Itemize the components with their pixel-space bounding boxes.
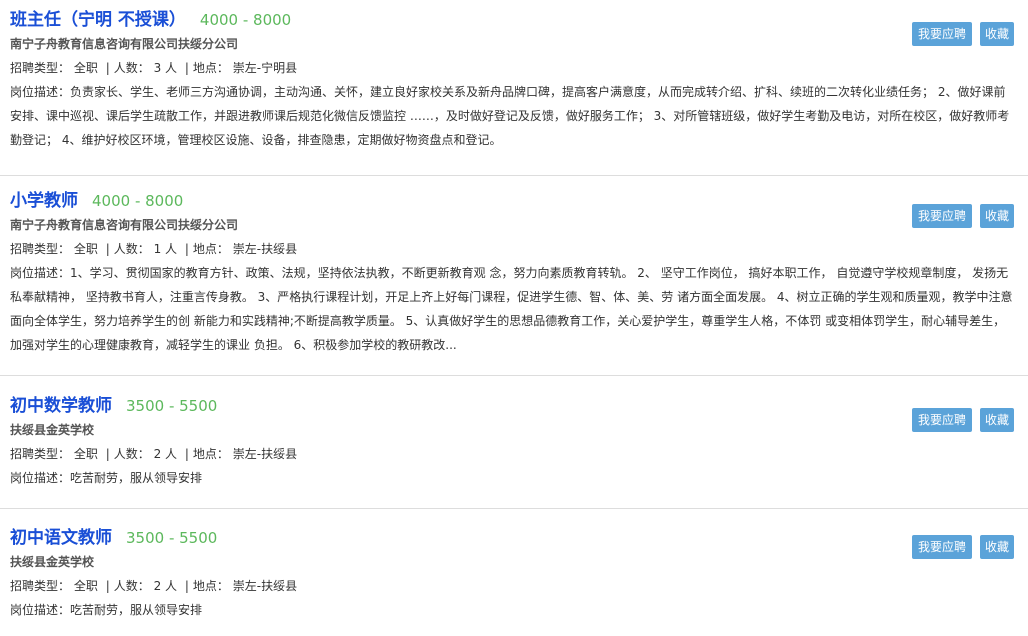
favorite-button[interactable]: 收藏 [979, 408, 1014, 432]
job-list: 班主任（宁明 不授课） 4000 - 8000 南宁子舟教育信息咨询有限公司扶绥分… [0, 0, 1028, 636]
job-title-row: 初中语文教师 3500 - 5500 [10, 526, 898, 550]
job-card: 初中数学教师 3500 - 5500 扶绥县金英学校 招聘类型： 全职 | 人数： … [0, 376, 1028, 509]
job-location: 崇左-扶绥县 [232, 242, 298, 256]
job-description: 岗位描述：吃苦耐劳，服从领导安排 [10, 466, 1015, 490]
job-card: 班主任（宁明 不授课） 4000 - 8000 南宁子舟教育信息咨询有限公司扶绥分… [0, 0, 1028, 176]
job-count: 1 人 [153, 242, 178, 256]
meta-separator: | [105, 242, 110, 256]
job-location: 崇左-宁明县 [232, 61, 298, 75]
company-name: 南宁子舟教育信息咨询有限公司扶绥分公司 [10, 218, 239, 232]
desc-label: 岗位描述： [10, 266, 71, 280]
count-label: 人数： [113, 61, 150, 75]
job-type: 全职 [73, 579, 98, 593]
job-title-link[interactable]: 初中语文教师 [10, 528, 112, 548]
salary-range: 3500 - 5500 [126, 397, 218, 415]
meta-separator: | [105, 447, 110, 461]
salary-range: 4000 - 8000 [92, 192, 184, 210]
job-description: 岗位描述：1、学习、贯彻国家的教育方针、政策、法规，坚持依法执教，不断更新教育观… [10, 261, 1015, 357]
desc-label: 岗位描述： [10, 85, 71, 99]
desc-text: 吃苦耐劳，服从领导安排 [70, 603, 203, 617]
meta-separator: | [184, 579, 189, 593]
job-card: 小学教师 4000 - 8000 南宁子舟教育信息咨询有限公司扶绥分公司 招聘类型… [0, 176, 1028, 376]
job-title-row: 初中数学教师 3500 - 5500 [10, 394, 898, 418]
job-title-link[interactable]: 班主任（宁明 不授课） [10, 10, 186, 30]
type-label: 招聘类型： [10, 61, 71, 75]
job-count: 2 人 [153, 447, 178, 461]
apply-button[interactable]: 我要应聘 [911, 22, 972, 46]
company-name: 扶绥县金英学校 [10, 423, 95, 437]
job-actions: 我要应聘 收藏 [911, 535, 1014, 559]
job-card: 初中语文教师 3500 - 5500 扶绥县金英学校 招聘类型： 全职 | 人数： … [0, 509, 1028, 636]
desc-text: 吃苦耐劳，服从领导安排 [70, 471, 203, 485]
job-location: 崇左-扶绥县 [232, 447, 298, 461]
job-actions: 我要应聘 收藏 [911, 408, 1014, 432]
job-count: 3 人 [153, 61, 178, 75]
company-name: 南宁子舟教育信息咨询有限公司扶绥分公司 [10, 37, 239, 51]
job-meta: 招聘类型： 全职 | 人数： 2 人 | 地点： 崇左-扶绥县 [10, 442, 898, 466]
job-type: 全职 [73, 61, 98, 75]
job-type: 全职 [73, 242, 98, 256]
job-title-row: 班主任（宁明 不授课） 4000 - 8000 [10, 8, 898, 32]
type-label: 招聘类型： [10, 447, 71, 461]
desc-text: 1、学习、贯彻国家的教育方针、政策、法规，坚持依法执教，不断更新教育观 念，努力… [10, 266, 1013, 352]
job-title-link[interactable]: 小学教师 [10, 191, 78, 211]
type-label: 招聘类型： [10, 579, 71, 593]
desc-label: 岗位描述： [10, 471, 71, 485]
job-meta: 招聘类型： 全职 | 人数： 2 人 | 地点： 崇左-扶绥县 [10, 574, 898, 598]
job-description: 岗位描述：负责家长、学生、老师三方沟通协调，主动沟通、关怀，建立良好家校关系及新… [10, 80, 1015, 152]
type-label: 招聘类型： [10, 242, 71, 256]
location-label: 地点： [192, 447, 229, 461]
desc-text: 负责家长、学生、老师三方沟通协调，主动沟通、关怀，建立良好家校关系及新舟品牌口碑… [10, 85, 1010, 147]
favorite-button[interactable]: 收藏 [979, 204, 1014, 228]
job-count: 2 人 [153, 579, 178, 593]
meta-separator: | [105, 61, 110, 75]
salary-range: 3500 - 5500 [126, 529, 218, 547]
meta-separator: | [105, 579, 110, 593]
count-label: 人数： [113, 579, 150, 593]
count-label: 人数： [113, 242, 150, 256]
job-meta: 招聘类型： 全职 | 人数： 1 人 | 地点： 崇左-扶绥县 [10, 237, 898, 261]
salary-range: 4000 - 8000 [199, 11, 292, 29]
job-actions: 我要应聘 收藏 [911, 22, 1014, 46]
apply-button[interactable]: 我要应聘 [911, 408, 972, 432]
location-label: 地点： [192, 242, 229, 256]
job-title-row: 小学教师 4000 - 8000 [10, 189, 898, 213]
favorite-button[interactable]: 收藏 [979, 535, 1014, 559]
location-label: 地点： [192, 61, 229, 75]
location-label: 地点： [192, 579, 229, 593]
meta-separator: | [184, 447, 189, 461]
job-description: 岗位描述：吃苦耐劳，服从领导安排 [10, 598, 1015, 622]
apply-button[interactable]: 我要应聘 [911, 204, 972, 228]
company-name: 扶绥县金英学校 [10, 555, 95, 569]
job-title-link[interactable]: 初中数学教师 [10, 396, 112, 416]
job-type: 全职 [73, 447, 98, 461]
apply-button[interactable]: 我要应聘 [911, 535, 972, 559]
job-actions: 我要应聘 收藏 [911, 204, 1014, 228]
count-label: 人数： [113, 447, 150, 461]
meta-separator: | [184, 242, 189, 256]
job-meta: 招聘类型： 全职 | 人数： 3 人 | 地点： 崇左-宁明县 [10, 56, 898, 80]
meta-separator: | [184, 61, 189, 75]
job-location: 崇左-扶绥县 [232, 579, 298, 593]
favorite-button[interactable]: 收藏 [979, 22, 1014, 46]
desc-label: 岗位描述： [10, 603, 71, 617]
